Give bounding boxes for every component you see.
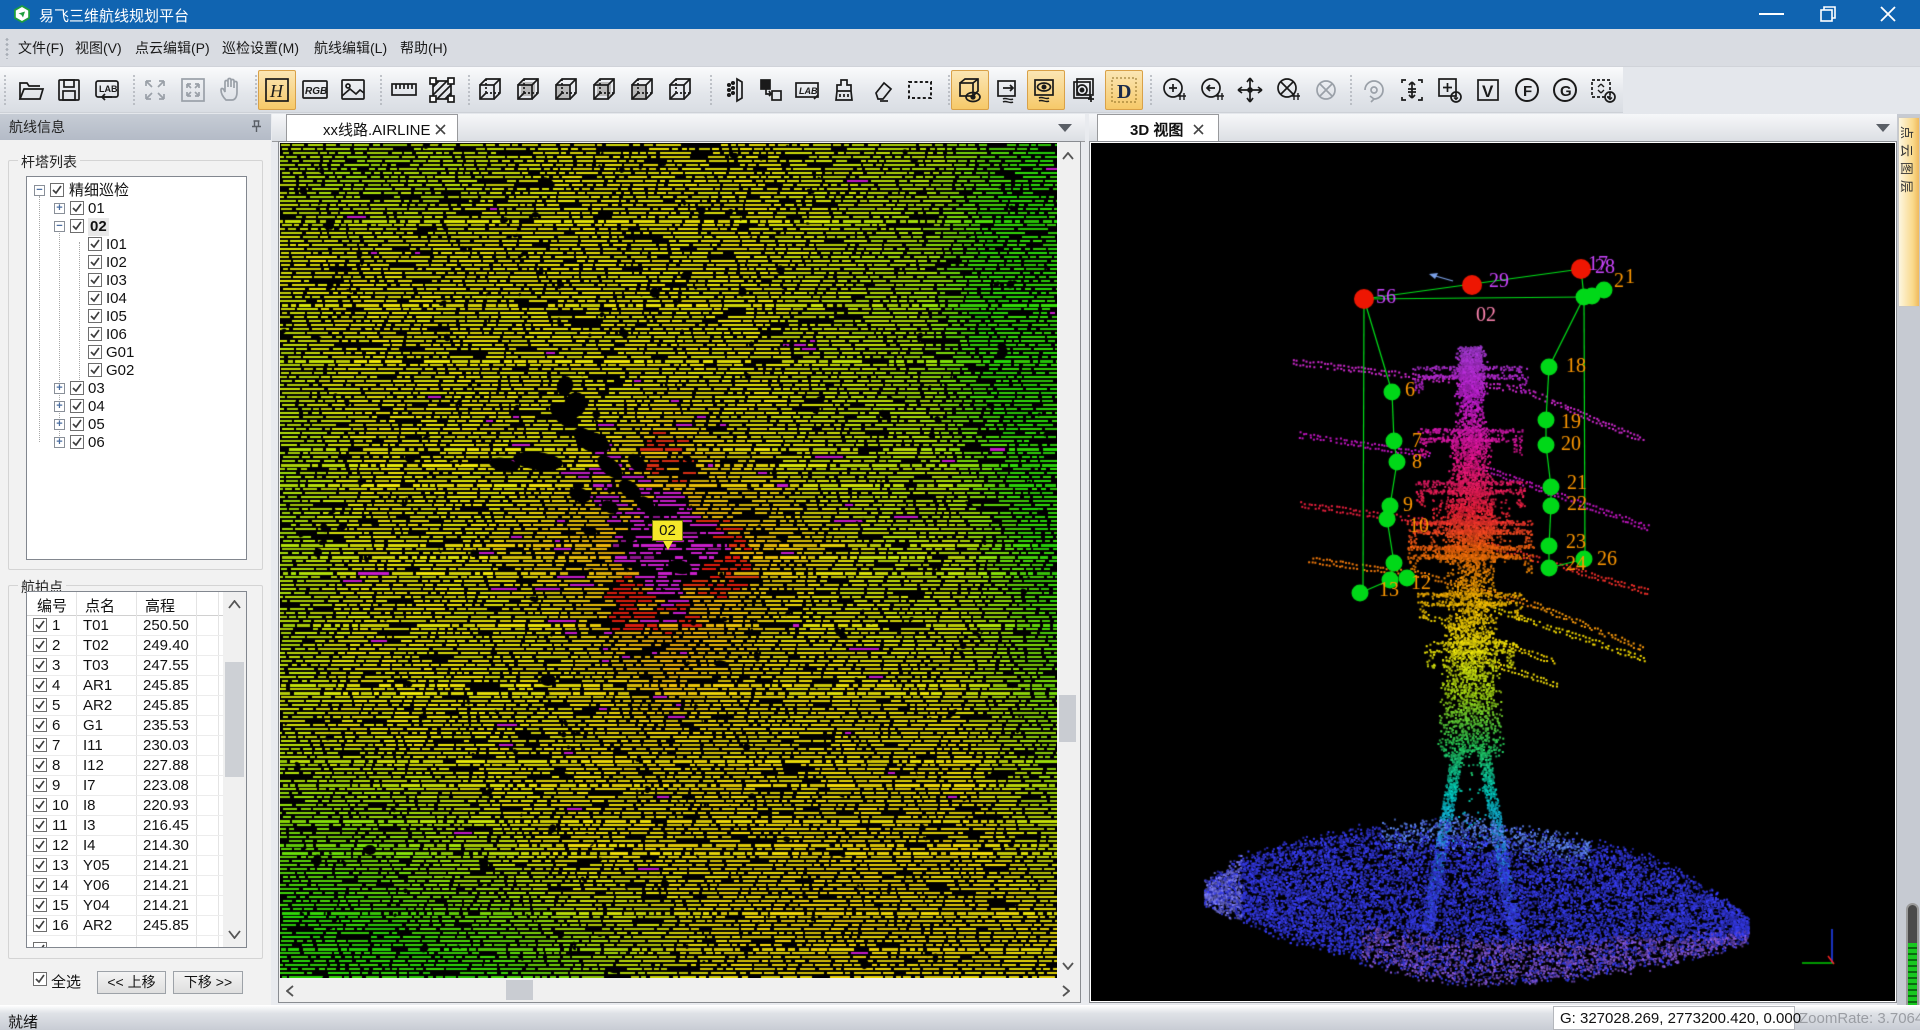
svg-text:G: G (1560, 83, 1572, 100)
svg-text:V: V (1482, 82, 1494, 101)
svg-text:F: F (1523, 83, 1532, 100)
svg-text:LAB: LAB (99, 84, 118, 94)
svg-text:H: H (269, 81, 284, 101)
svg-text:D: D (1117, 81, 1131, 103)
svg-text:RGB: RGB (305, 86, 327, 97)
svg-text:LAB: LAB (799, 86, 818, 96)
